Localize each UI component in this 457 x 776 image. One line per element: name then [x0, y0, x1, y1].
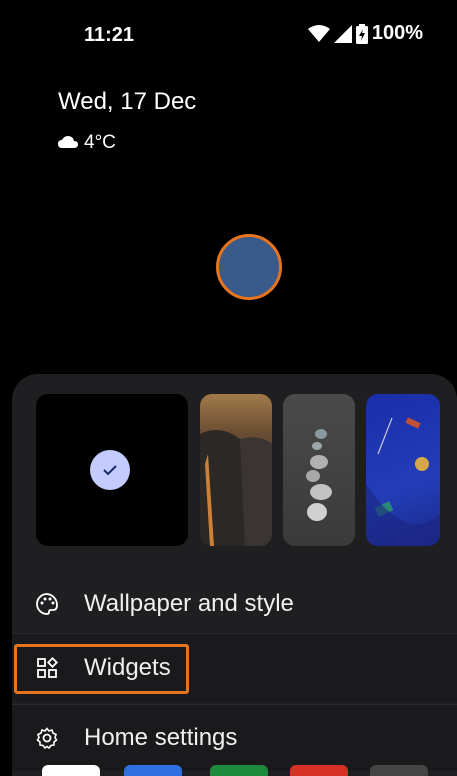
battery-charging-icon: [355, 23, 368, 44]
menu-item-widgets[interactable]: Widgets: [12, 633, 457, 702]
check-icon: [90, 450, 130, 490]
dock-app-peek: [210, 765, 268, 776]
widgets-icon: [34, 655, 60, 681]
wallpaper-thumb-stones[interactable]: [283, 394, 355, 546]
wallpaper-carousel: [36, 394, 446, 548]
weather-temperature: 4°C: [84, 132, 116, 153]
menu-home-settings-label: Home settings: [84, 724, 238, 751]
status-bar: 11:21 100%: [0, 0, 457, 70]
cell-signal-icon: [333, 24, 352, 43]
dock-app-peek: [370, 765, 428, 776]
wallpaper-thumb-abstract[interactable]: [366, 394, 440, 546]
status-icons: 100%: [307, 22, 423, 45]
cloud-icon: [58, 132, 78, 154]
touch-indicator: [216, 234, 282, 300]
palette-icon: [34, 591, 60, 617]
status-time: 11:21: [84, 24, 135, 46]
dock-peek: [0, 765, 457, 776]
dock-app-peek: [42, 765, 100, 776]
menu-item-wallpaper-and-style[interactable]: Wallpaper and style: [12, 578, 457, 630]
glance-date[interactable]: Wed, 17 Dec: [58, 88, 196, 116]
wallpaper-thumb-waterfall[interactable]: [200, 394, 272, 546]
battery-percent: 100%: [371, 22, 423, 44]
dock-app-peek: [290, 765, 348, 776]
dock-app-peek: [124, 765, 182, 776]
menu-widgets-label: Widgets: [84, 654, 171, 681]
menu-item-home-settings[interactable]: Home settings: [12, 704, 457, 771]
glance-weather[interactable]: 4°C: [58, 132, 116, 154]
menu-wallpaper-label: Wallpaper and style: [84, 590, 294, 617]
gear-icon: [34, 725, 60, 751]
wifi-icon: [307, 24, 330, 43]
wallpaper-thumb-current[interactable]: [36, 394, 188, 546]
